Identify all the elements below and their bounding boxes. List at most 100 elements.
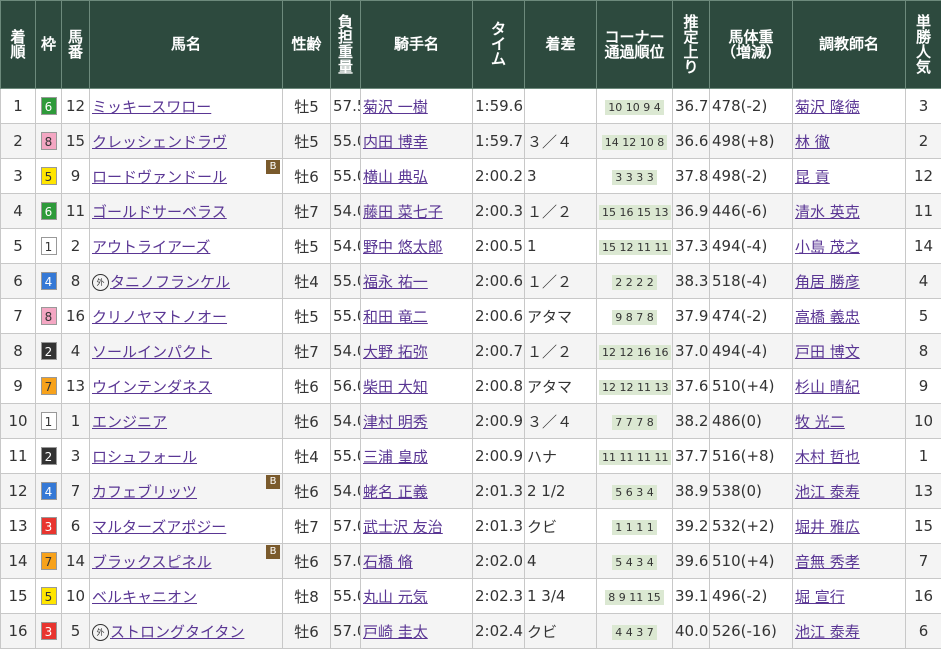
trainer-link[interactable]: 牧 光二 [795,413,845,431]
weight-cell: 54.0 [330,193,361,229]
corner-positions: 5 4 3 4 [612,555,657,570]
trainer-link[interactable]: 池江 泰寿 [795,483,860,501]
header-margin[interactable]: 着差 [524,0,597,89]
jockey-link[interactable]: 三浦 皇成 [363,448,428,466]
jockey-link[interactable]: 福永 祐一 [363,273,428,291]
corner-cell: 11 11 11 11 [596,438,673,474]
header-trainer[interactable]: 調教師名 [792,0,906,89]
header-last3f[interactable]: 推定上り [672,0,710,89]
umaban-cell: 13 [61,368,90,404]
waku-cell: 3 [35,613,62,649]
margin-cell: ３／４ [524,123,597,159]
trainer-link[interactable]: 林 徹 [795,133,830,151]
trainer-link[interactable]: 小島 茂之 [795,238,860,256]
jockey-link[interactable]: 津村 明秀 [363,413,428,431]
trainer-link[interactable]: 杉山 晴紀 [795,378,860,396]
horse-name-link[interactable]: クリノヤマトノオー [92,308,227,326]
trainer-link[interactable]: 木村 哲也 [795,448,860,466]
horse-name-link[interactable]: カフェブリッツ [92,483,197,501]
jockey-cell: 三浦 皇成 [360,438,473,474]
corner-cell: 14 12 10 8 [596,123,673,159]
body-weight-cell: 526(-16) [709,613,793,649]
jockey-link[interactable]: 戸崎 圭太 [363,623,428,641]
waku-cell: 1 [35,403,62,439]
jockey-link[interactable]: 柴田 大知 [363,378,428,396]
corner-positions: 4 4 3 7 [612,625,657,640]
trainer-link[interactable]: 堀 宣行 [795,588,845,606]
body-weight-cell: 494(-4) [709,333,793,369]
horse-name-link[interactable]: アウトライアーズ [92,238,210,256]
trainer-link[interactable]: 堀井 雅広 [795,518,860,536]
time-cell: 1:59.6 [472,88,525,124]
margin-cell: アタマ [524,368,597,404]
corner-positions: 2 2 2 2 [612,275,657,290]
margin-cell: 3 [524,158,597,194]
horse-name-link[interactable]: ストロングタイタン [110,623,244,641]
rank-cell: 15 [0,578,36,614]
horse-name-link[interactable]: ソールインパクト [92,343,212,361]
header-popularity[interactable]: 単勝人気 [905,0,941,89]
header-time[interactable]: タイム [472,0,525,89]
trainer-link[interactable]: 清水 英克 [795,203,860,221]
horse-name-link[interactable]: ウインテンダネス [92,378,212,396]
jockey-link[interactable]: 内田 博幸 [363,133,428,151]
trainer-link[interactable]: 池江 泰寿 [795,623,860,641]
horse-name-link[interactable]: ベルキャニオン [92,588,197,606]
sex-age-cell: 牡6 [282,613,331,649]
waku-badge: 7 [40,377,57,395]
corner-positions: 11 11 11 11 [599,450,672,465]
horse-name-link[interactable]: クレッシェンドラヴ [92,133,227,151]
header-sex-age[interactable]: 性齢 [282,0,331,89]
jockey-cell: 野中 悠太郎 [360,228,473,264]
sex-age-cell: 牡6 [282,543,331,579]
jockey-link[interactable]: 石橋 脩 [363,553,413,571]
header-horse-name[interactable]: 馬名 [89,0,283,89]
horse-name-link[interactable]: ロードヴァンドール [92,168,227,186]
jockey-link[interactable]: 横山 典弘 [363,168,428,186]
horse-name-link[interactable]: タニノフランケル [110,273,230,291]
horse-name-cell: マルターズアポジー [89,508,283,544]
header-rank[interactable]: 着順 [0,0,36,89]
header-body-weight[interactable]: 馬体重 （増減） [709,0,793,89]
jockey-link[interactable]: 武士沢 友治 [363,518,443,536]
umaban-cell: 9 [61,158,90,194]
header-jockey[interactable]: 騎手名 [360,0,473,89]
rank-cell: 13 [0,508,36,544]
horse-name-link[interactable]: ロシュフォール [92,448,197,466]
trainer-link[interactable]: 昆 貢 [795,168,830,186]
trainer-cell: 堀 宣行 [792,578,906,614]
waku-badge: 2 [40,447,57,465]
horse-name-link[interactable]: ブラックスピネル [92,553,212,571]
header-umaban[interactable]: 馬番 [61,0,90,89]
trainer-link[interactable]: 戸田 博文 [795,343,860,361]
table-row: 512アウトライアーズ牡554.0野中 悠太郎2:00.5115 12 11 1… [0,228,941,264]
horse-name-link[interactable]: ゴールドサーベラス [92,203,227,221]
header-waku[interactable]: 枠 [35,0,62,89]
horse-name-link[interactable]: エンジニア [92,413,167,431]
trainer-link[interactable]: 高橋 義忠 [795,308,860,326]
horse-name-link[interactable]: ミッキースワロー [92,98,211,116]
jockey-link[interactable]: 蛯名 正義 [363,483,428,501]
trainer-link[interactable]: 角居 勝彦 [795,273,860,291]
waku-cell: 6 [35,193,62,229]
jockey-link[interactable]: 藤田 菜七子 [363,203,443,221]
trainer-link[interactable]: 音無 秀孝 [795,553,860,571]
popularity-cell: 8 [905,333,941,369]
trainer-cell: 小島 茂之 [792,228,906,264]
corner-cell: 3 3 3 3 [596,158,673,194]
jockey-link[interactable]: 大野 拓弥 [363,343,428,361]
trainer-link[interactable]: 菊沢 隆徳 [795,98,860,116]
horse-name-link[interactable]: マルターズアポジー [92,518,226,536]
corner-positions: 8 9 11 15 [605,590,664,605]
jockey-link[interactable]: 丸山 元気 [363,588,428,606]
table-row: 359ロードヴァンドールB牡655.0横山 典弘2:00.233 3 3 337… [0,158,941,194]
header-weight[interactable]: 負担重量 [330,0,361,89]
umaban-cell: 1 [61,403,90,439]
corner-positions: 12 12 11 13 [599,380,672,395]
jockey-link[interactable]: 菊沢 一樹 [363,98,428,116]
header-corner[interactable]: コーナー 通過順位 [596,0,673,89]
sex-age-cell: 牡6 [282,158,331,194]
jockey-link[interactable]: 野中 悠太郎 [363,238,443,256]
jockey-link[interactable]: 和田 竜二 [363,308,428,326]
table-row: 2815クレッシェンドラヴ牡555.0内田 博幸1:59.7３／４14 12 1… [0,123,941,159]
